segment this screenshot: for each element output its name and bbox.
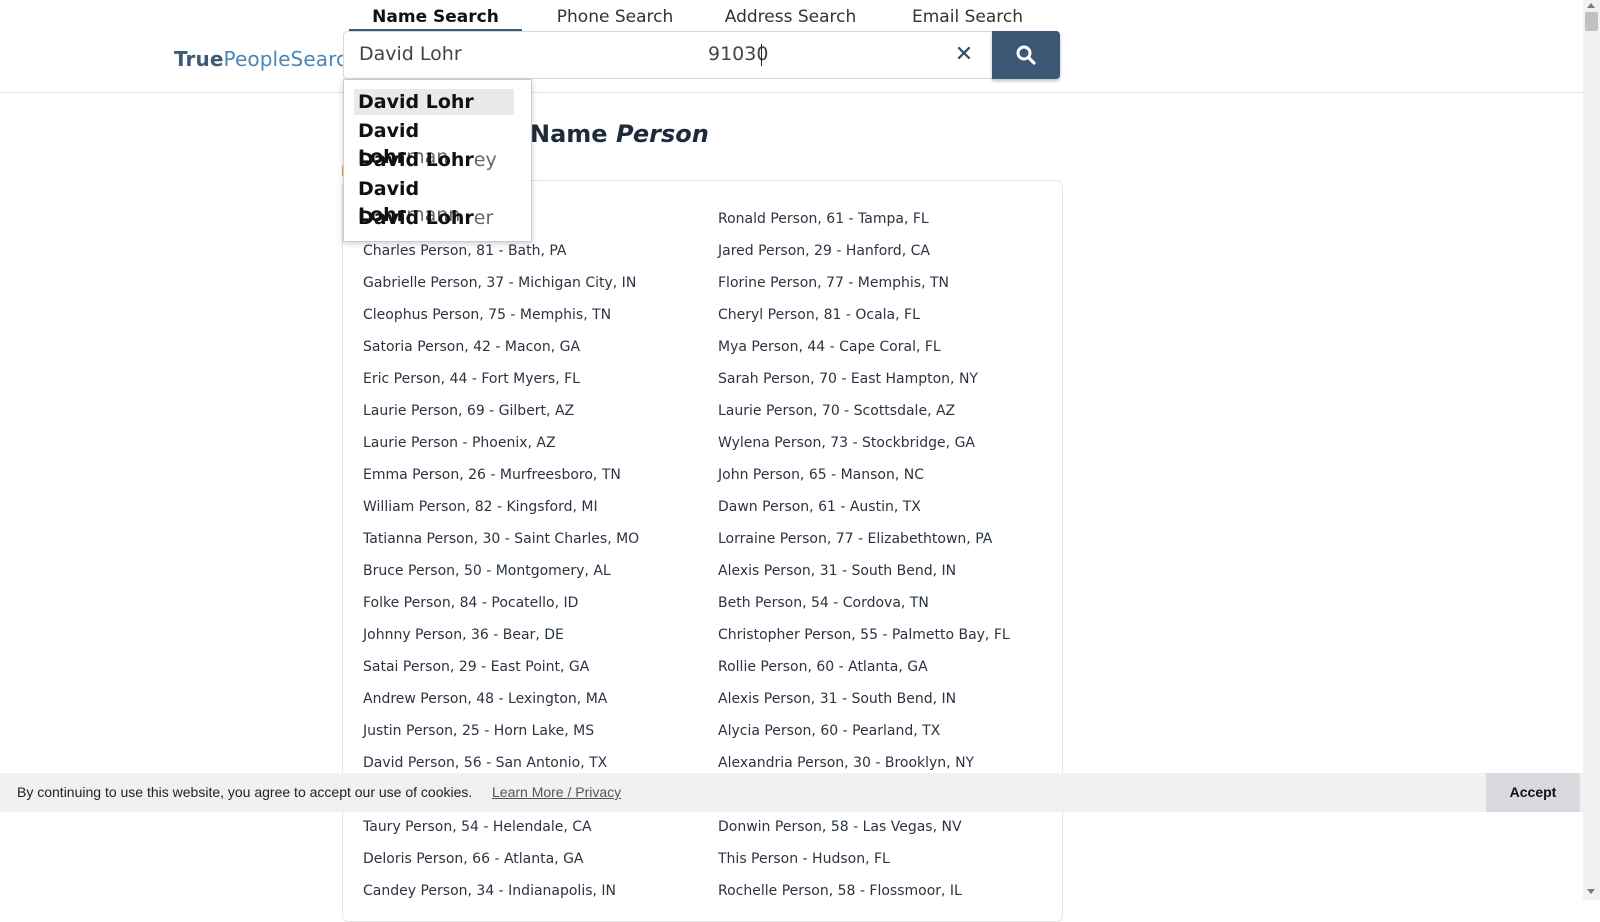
- result-link[interactable]: Satoria Person, 42 - Macon, GA: [363, 339, 580, 355]
- close-icon: ✕: [954, 42, 974, 67]
- result-link[interactable]: Gabrielle Person, 37 - Michigan City, IN: [363, 275, 636, 291]
- result-link[interactable]: Rollie Person, 60 - Atlanta, GA: [718, 659, 928, 675]
- autocomplete-dropdown: David Lohr David Lohrman David Lohrey Da…: [343, 79, 532, 242]
- cookie-text: By continuing to use this website, you a…: [17, 784, 473, 800]
- result-link[interactable]: Emma Person, 26 - Murfreesboro, TN: [363, 467, 621, 483]
- result-link[interactable]: Rochelle Person, 58 - Flossmoor, IL: [718, 883, 962, 899]
- result-link[interactable]: Eric Person, 44 - Fort Myers, FL: [363, 371, 580, 387]
- result-link[interactable]: Lorraine Person, 77 - Elizabethtown, PA: [718, 531, 992, 547]
- search-button[interactable]: [992, 31, 1060, 79]
- result-link[interactable]: Sarah Person, 70 - East Hampton, NY: [718, 371, 978, 387]
- tab-address-search[interactable]: Address Search: [708, 7, 873, 30]
- result-link[interactable]: Jared Person, 29 - Hanford, CA: [718, 243, 930, 259]
- result-link[interactable]: Alycia Person, 60 - Pearland, TX: [718, 723, 940, 739]
- result-link[interactable]: Alexandria Person, 30 - Brooklyn, NY: [718, 755, 974, 771]
- page-title-prefix: Name: [530, 120, 608, 148]
- tab-email-search[interactable]: Email Search: [885, 7, 1050, 30]
- result-link[interactable]: Folke Person, 84 - Pocatello, ID: [363, 595, 578, 611]
- result-link[interactable]: Christopher Person, 55 - Palmetto Bay, F…: [718, 627, 1010, 643]
- result-link[interactable]: Dawn Person, 61 - Austin, TX: [718, 499, 921, 515]
- logo-light-text: PeopleSearch: [223, 47, 360, 71]
- autocomplete-item[interactable]: David Lohrman: [354, 118, 514, 168]
- clear-button[interactable]: ✕: [954, 42, 974, 67]
- scroll-up-arrow-icon[interactable]: [1587, 3, 1595, 8]
- result-link[interactable]: Cleophus Person, 75 - Memphis, TN: [363, 307, 611, 323]
- cookie-banner: By continuing to use this website, you a…: [0, 773, 1583, 812]
- tab-name-search[interactable]: Name Search: [349, 7, 522, 30]
- result-link[interactable]: Cheryl Person, 81 - Ocala, FL: [718, 307, 920, 323]
- location-input[interactable]: 91030: [708, 43, 768, 65]
- result-link[interactable]: Laurie Person, 69 - Gilbert, AZ: [363, 403, 574, 419]
- result-link[interactable]: Mya Person, 44 - Cape Coral, FL: [718, 339, 941, 355]
- text-caret: [761, 44, 762, 66]
- result-link[interactable]: Justin Person, 25 - Horn Lake, MS: [363, 723, 594, 739]
- site-logo[interactable]: TruePeopleSearch: [174, 47, 360, 71]
- result-link[interactable]: Donwin Person, 58 - Las Vegas, NV: [718, 819, 962, 835]
- privacy-link[interactable]: Learn More / Privacy: [492, 784, 621, 800]
- page-title-name: Person: [615, 120, 709, 148]
- autocomplete-item[interactable]: David Lohrer: [354, 205, 514, 231]
- result-link[interactable]: Beth Person, 54 - Cordova, TN: [718, 595, 929, 611]
- page-title: Name Person: [530, 120, 709, 148]
- result-link[interactable]: Laurie Person - Phoenix, AZ: [363, 435, 556, 451]
- scrollbar-thumb[interactable]: [1585, 12, 1598, 31]
- tab-phone-search[interactable]: Phone Search: [535, 7, 695, 30]
- result-link[interactable]: Florine Person, 77 - Memphis, TN: [718, 275, 949, 291]
- search-icon: [1016, 45, 1036, 65]
- logo-bold-text: True: [174, 47, 224, 71]
- result-link[interactable]: Alexis Person, 31 - South Bend, IN: [718, 563, 956, 579]
- name-input[interactable]: David Lohr: [359, 43, 462, 65]
- result-link[interactable]: Laurie Person, 70 - Scottsdale, AZ: [718, 403, 955, 419]
- result-link[interactable]: Tatianna Person, 30 - Saint Charles, MO: [363, 531, 639, 547]
- result-link[interactable]: Candey Person, 34 - Indianapolis, IN: [363, 883, 616, 899]
- autocomplete-item[interactable]: David Lohrey: [354, 147, 514, 173]
- result-link[interactable]: Bruce Person, 50 - Montgomery, AL: [363, 563, 611, 579]
- autocomplete-item[interactable]: David Lohrmann: [354, 176, 514, 226]
- result-link[interactable]: Wylena Person, 73 - Stockbridge, GA: [718, 435, 975, 451]
- result-link[interactable]: John Person, 65 - Manson, NC: [718, 467, 924, 483]
- result-link[interactable]: Charles Person, 81 - Bath, PA: [363, 243, 567, 259]
- page-scrollbar[interactable]: [1583, 0, 1600, 900]
- result-link[interactable]: Taury Person, 54 - Helendale, CA: [363, 819, 592, 835]
- result-link[interactable]: Satai Person, 29 - East Point, GA: [363, 659, 589, 675]
- result-link[interactable]: This Person - Hudson, FL: [718, 851, 890, 867]
- result-link[interactable]: Johnny Person, 36 - Bear, DE: [363, 627, 564, 643]
- result-link[interactable]: Alexis Person, 31 - South Bend, IN: [718, 691, 956, 707]
- result-link[interactable]: Deloris Person, 66 - Atlanta, GA: [363, 851, 584, 867]
- result-link[interactable]: Andrew Person, 48 - Lexington, MA: [363, 691, 607, 707]
- result-link[interactable]: William Person, 82 - Kingsford, MI: [363, 499, 598, 515]
- result-link[interactable]: David Person, 56 - San Antonio, TX: [363, 755, 607, 771]
- accept-cookies-button[interactable]: Accept: [1486, 773, 1580, 812]
- autocomplete-item[interactable]: David Lohr: [354, 89, 514, 115]
- result-link[interactable]: Ronald Person, 61 - Tampa, FL: [718, 211, 929, 227]
- scroll-down-arrow-icon[interactable]: [1587, 889, 1595, 894]
